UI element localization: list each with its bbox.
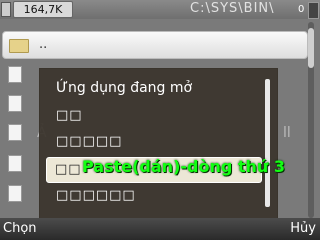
parent-folder-row[interactable]: .. [2, 31, 308, 59]
memory-indicator: 164,7K [13, 1, 73, 18]
file-icon[interactable] [8, 155, 22, 172]
status-bar: 164,7K C:\SYS\BIN\ 0 [0, 0, 320, 19]
current-path: C:\SYS\BIN\ [190, 1, 275, 16]
file-list-scroll-thumb[interactable] [308, 28, 314, 68]
file-icon[interactable] [8, 124, 22, 141]
softkey-bar: Chọn Hủy [0, 218, 320, 240]
battery-icon [1, 2, 11, 17]
folder-icon [9, 39, 29, 53]
menu-item-label: □□ [56, 108, 83, 123]
file-icon[interactable] [8, 66, 22, 83]
signal-icon [308, 2, 319, 19]
cancel-softkey[interactable]: Hủy [290, 221, 316, 236]
popup-title: Ứng dụng đang mở [56, 80, 193, 96]
menu-item-label: □□□□□ [56, 134, 123, 149]
menu-item-2[interactable]: □□□□□ [48, 130, 260, 154]
menu-item-label: □□□□□□ [56, 188, 136, 203]
popup-scrollbar[interactable] [265, 79, 270, 207]
file-icon[interactable] [8, 95, 22, 112]
file-name-fragment: ll [283, 125, 291, 141]
file-icon[interactable] [8, 185, 22, 202]
item-count: 0 [298, 4, 305, 15]
menu-item-1[interactable]: □□ [48, 104, 260, 128]
annotation-caption: Paste(dán)-dòng thứ 3 [82, 157, 286, 176]
parent-folder-label: .. [39, 37, 48, 52]
menu-item-label: □□ [55, 162, 82, 177]
menu-item-4[interactable]: □□□□□□ [48, 184, 260, 208]
select-softkey[interactable]: Chọn [3, 221, 37, 236]
